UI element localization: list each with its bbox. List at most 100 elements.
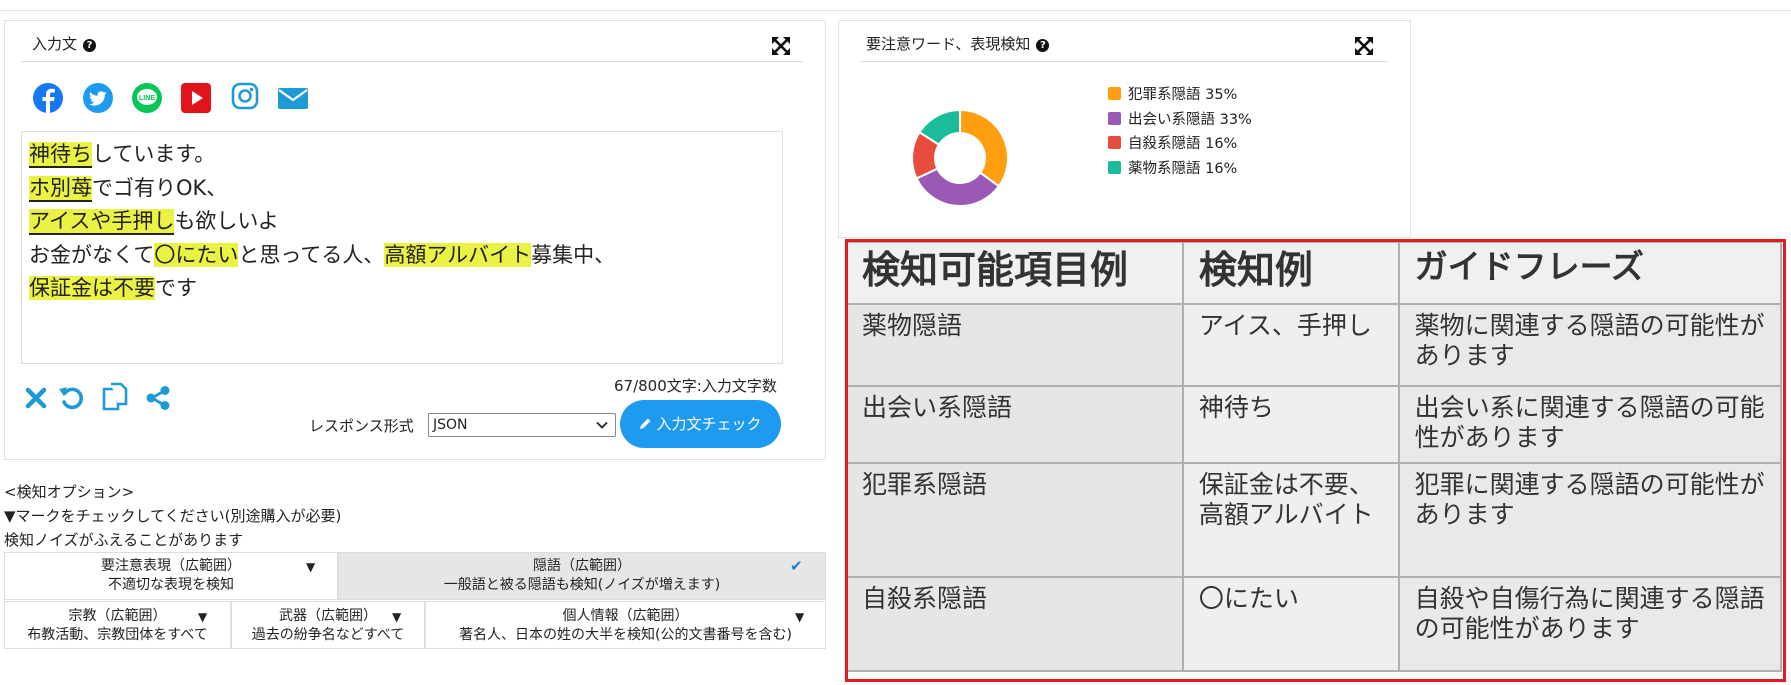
top-divider	[0, 10, 1791, 11]
option-weapons[interactable]: 武器（広範囲） 過去の紛争名などすべて ▼	[231, 601, 425, 649]
input-textarea[interactable]: 神待ちしています。 ホ別苺でゴ有りOK、 アイスや手押しも欲しいよ お金がなくて〇にた…	[21, 131, 783, 364]
pencil-icon	[640, 418, 651, 429]
options-header: <検知オプション>	[4, 483, 135, 501]
legend-item[interactable]: 犯罪系隠語 35%	[1108, 83, 1237, 104]
highlighted-term: 神待ち	[29, 142, 92, 168]
response-format-select[interactable]: JSON	[428, 413, 616, 437]
input-text: でゴ有りOK、	[92, 175, 228, 200]
legend-swatch	[1108, 160, 1121, 174]
expand-icon[interactable]	[1355, 37, 1373, 55]
share-icon[interactable]	[144, 384, 172, 412]
title-divider	[21, 61, 803, 62]
check-button-label: 入力文チェック	[656, 415, 762, 433]
instagram-icon[interactable]	[229, 80, 261, 112]
expand-icon[interactable]	[772, 37, 790, 55]
caret-down-icon: ▼	[392, 610, 402, 624]
table-row: 出会い系隠語 神待ち 出会い系に関連する隠語の可能性があります	[845, 385, 1783, 464]
svg-text:LINE: LINE	[139, 93, 156, 102]
table-cell: 犯罪に関連する隠語の可能性があります	[1397, 462, 1783, 578]
table-cell: 自殺や自傷行為に関連する隠語の可能性があります	[1397, 576, 1783, 672]
legend-label: 犯罪系隠語 35%	[1128, 87, 1238, 103]
copy-icon[interactable]	[99, 381, 131, 413]
response-format-label: レスポンス形式	[309, 417, 414, 435]
check-icon: ✔	[790, 557, 803, 575]
table-row: 犯罪系隠語 保証金は不要、高額アルバイト 犯罪に関連する隠語の可能性があります	[845, 462, 1783, 578]
legend-swatch	[1108, 87, 1121, 100]
option-slang[interactable]: 隠語（広範囲） 一般語と被る隠語も検知(ノイズが増えます) ✔	[338, 552, 826, 600]
legend-label: 薬物系隠語 16%	[1128, 160, 1238, 177]
column-header: 検知例	[1181, 241, 1400, 305]
table-row: 薬物隠語 アイス、手押し 薬物に関連する隠語の可能性があります	[845, 303, 1783, 387]
table-cell: 犯罪系隠語	[845, 462, 1184, 578]
mail-icon[interactable]	[276, 82, 310, 114]
option-desc: 著名人、日本の姓の大半を検知(公的文書番号を含む)	[459, 627, 792, 643]
table-row: 自殺系隠語 〇にたい 自殺や自傷行為に関連する隠語の可能性があります	[845, 576, 1783, 672]
table-header-row: 検知可能項目例 検知例 ガイドフレーズ	[845, 241, 1783, 305]
legend-item[interactable]: 自殺系隠語 16%	[1108, 132, 1237, 153]
column-header: 検知可能項目例	[845, 241, 1184, 305]
input-line: アイスや手押しも欲しいよ	[29, 205, 775, 239]
help-icon[interactable]: ?	[83, 39, 97, 52]
input-text: です	[155, 276, 197, 301]
input-text: しています。	[92, 142, 216, 166]
caret-down-icon: ▼	[306, 560, 316, 574]
legend-item[interactable]: 薬物系隠語 16%	[1108, 157, 1237, 178]
line-icon[interactable]: LINE	[131, 82, 163, 114]
char-counter: 67/800文字:入力文字数	[614, 377, 777, 395]
highlighted-term: ホ別苺	[29, 175, 92, 202]
option-title: 宗教（広範囲）	[68, 608, 167, 624]
options-instruction: ▼マークをチェックしてください(別途購入が必要)	[4, 507, 342, 525]
input-text: 募集中、	[531, 242, 616, 267]
option-desc: 不適切な表現を検知	[108, 577, 234, 593]
caret-down-icon: ▼	[795, 610, 805, 624]
input-text: お金がなくて	[29, 242, 155, 267]
input-line: ホ別苺でゴ有りOK、	[29, 172, 775, 206]
option-desc: 布教活動、宗教団体をすべて	[27, 627, 208, 643]
option-religion[interactable]: 宗教（広範囲） 布教活動、宗教団体をすべて ▼	[4, 601, 231, 649]
detection-donut-chart	[911, 108, 1009, 207]
youtube-icon[interactable]	[180, 82, 212, 114]
response-format-value: JSON	[433, 417, 468, 433]
highlighted-term: 高額アルバイト	[384, 242, 532, 267]
table-cell: 薬物に関連する隠語の可能性があります	[1397, 303, 1783, 387]
highlighted-term: アイスや手押し	[29, 209, 175, 236]
table-cell: 保証金は不要、高額アルバイト	[1181, 462, 1400, 578]
option-desc: 一般語と被る隠語も検知(ノイズが増えます)	[443, 577, 721, 593]
option-personal-info[interactable]: 個人情報（広範囲） 著名人、日本の姓の大半を検知(公的文書番号を含む) ▼	[425, 601, 826, 649]
legend-item[interactable]: 出会い系隠語 33%	[1108, 108, 1252, 129]
help-icon[interactable]: ?	[1036, 39, 1050, 52]
table-cell: 出会い系隠語	[845, 385, 1184, 464]
option-desc: 過去の紛争名などすべて	[251, 627, 405, 643]
input-line: お金がなくて〇にたいと思ってる人、高額アルバイト募集中、	[29, 239, 775, 273]
input-line: 神待ちしています。	[29, 138, 775, 172]
input-text: も欲しいよ	[174, 209, 279, 234]
clear-icon[interactable]	[22, 384, 50, 412]
option-title: 隠語（広範囲）	[533, 558, 631, 574]
undo-icon[interactable]	[58, 384, 86, 412]
table-cell: 自殺系隠語	[845, 576, 1184, 672]
twitter-icon[interactable]	[82, 82, 114, 114]
option-title: 要注意表現（広範囲）	[101, 558, 241, 574]
legend-label: 自殺系隠語 16%	[1128, 136, 1238, 152]
table-cell: アイス、手押し	[1181, 303, 1400, 387]
input-panel-title: 入力文?	[32, 33, 97, 54]
table-cell: 出会い系に関連する隠語の可能性があります	[1397, 385, 1783, 464]
options-noise-note: 検知ノイズがふえることがあります	[4, 531, 244, 549]
table-cell: 薬物隠語	[845, 303, 1184, 387]
input-line: 保証金は不要です	[29, 272, 775, 306]
column-header: ガイドフレーズ	[1397, 241, 1783, 305]
check-input-button[interactable]: 入力文チェック	[620, 400, 781, 448]
option-title: 個人情報（広範囲）	[562, 608, 689, 624]
legend-swatch	[1108, 111, 1121, 125]
input-text: と思ってる人、	[238, 242, 385, 267]
highlighted-term: 保証金は不要	[29, 276, 155, 301]
option-caution-expression[interactable]: 要注意表現（広範囲） 不適切な表現を検知 ▼	[4, 552, 338, 600]
table-cell: 〇にたい	[1181, 576, 1400, 672]
legend-label: 出会い系隠語 33%	[1128, 111, 1252, 128]
legend-swatch	[1108, 136, 1121, 149]
title-divider	[860, 61, 1388, 62]
facebook-icon[interactable]	[32, 82, 64, 114]
detect-panel-title: 要注意ワード、表現検知?	[866, 33, 1050, 54]
chevron-down-icon	[596, 421, 608, 429]
table-cell: 神待ち	[1181, 385, 1400, 464]
